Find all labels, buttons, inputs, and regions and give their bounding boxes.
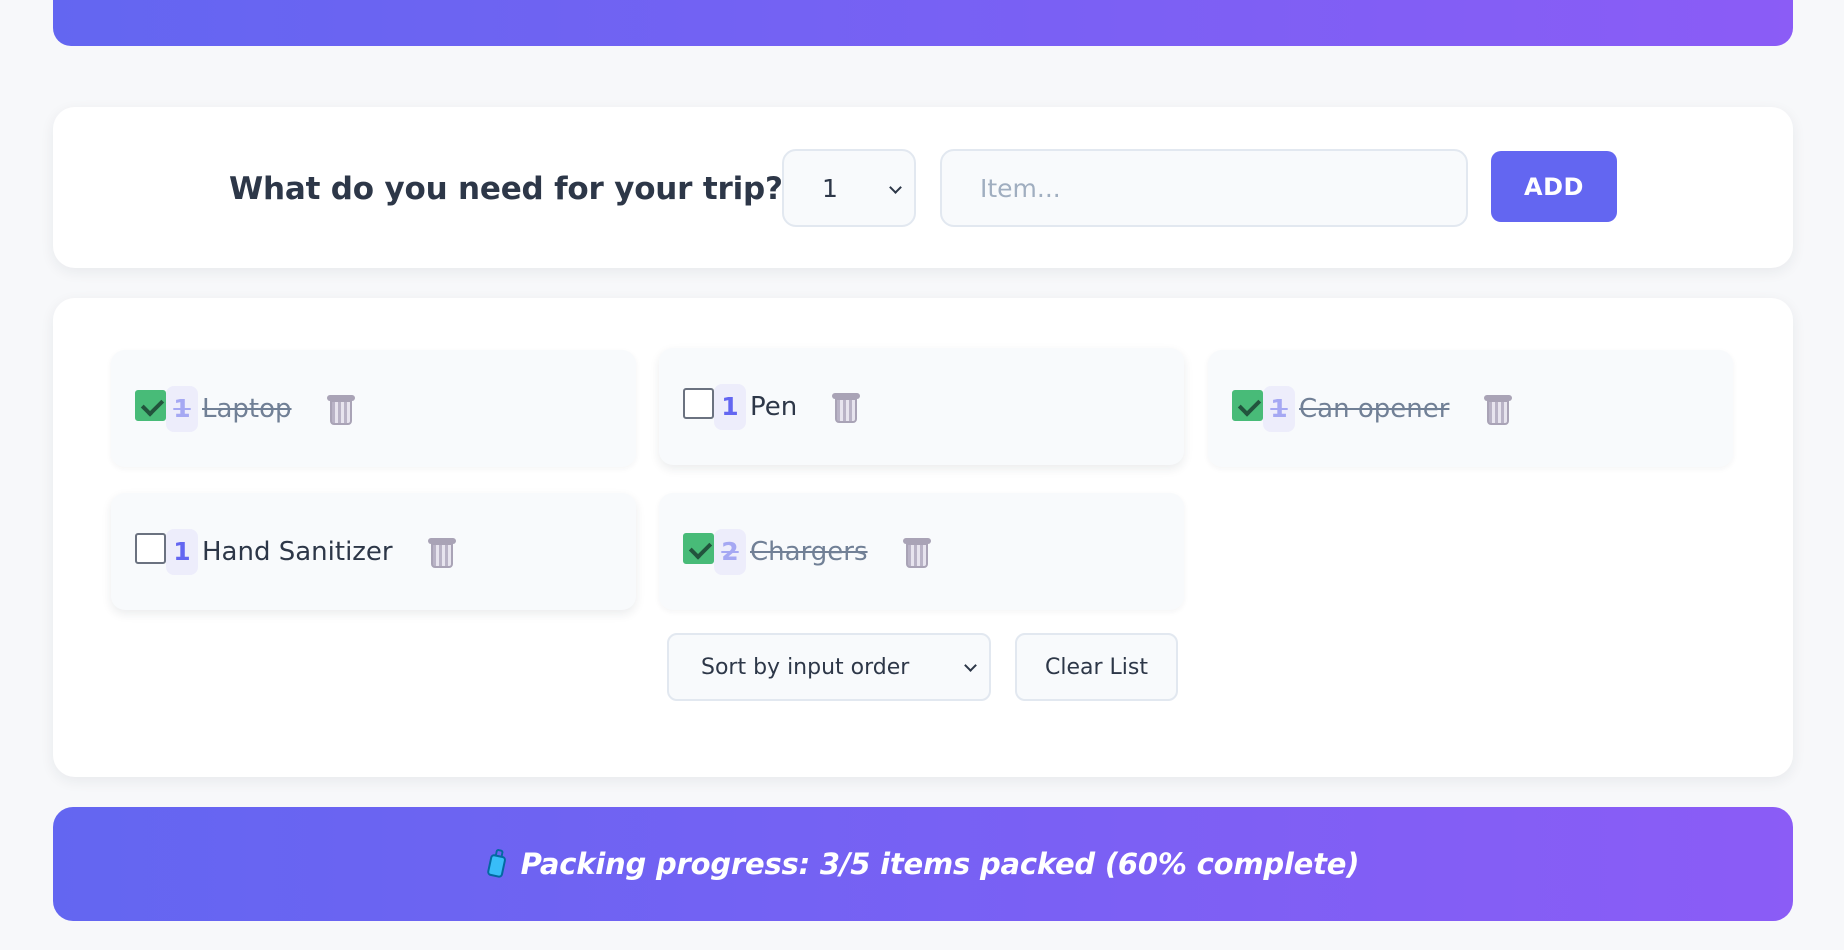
sort-select-value: Sort by input order [701,654,910,680]
packing-progress-footer: Packing progress: 3/5 items packed (60% … [53,807,1793,921]
trash-icon[interactable] [326,392,355,426]
packing-list: 1 Laptop 1 Pen 1 Can opener 1 Hand Sanit… [53,298,1793,777]
luggage-icon [484,847,510,881]
list-item: 1 Can opener [1208,350,1733,467]
add-button[interactable]: ADD [1491,151,1617,222]
item-name: Pen [750,391,798,422]
item-quantity-badge: 1 [166,385,198,432]
item-name: Chargers [750,536,868,567]
item-name: Can opener [1299,393,1450,424]
trash-icon[interactable] [1484,392,1513,426]
form-title-text: What do you need for your trip? [229,171,783,207]
add-item-form: What do you need for your trip? 1 ADD [53,107,1793,268]
trash-icon[interactable] [832,390,861,424]
form-title: What do you need for your trip? [229,169,823,209]
item-input[interactable] [940,149,1468,227]
packing-list-page: What do you need for your trip? 1 ADD 1 … [0,0,1844,950]
trash-icon[interactable] [902,535,931,569]
item-checkbox[interactable] [683,533,714,564]
chevron-down-icon [964,659,977,672]
item-quantity-badge: 1 [714,383,746,430]
item-checkbox[interactable] [135,390,166,421]
item-checkbox[interactable] [135,533,166,564]
item-quantity-badge: 2 [714,528,746,575]
clear-list-button[interactable]: Clear List [1015,633,1178,701]
item-checkbox[interactable] [1232,390,1263,421]
item-quantity-badge: 1 [1263,385,1295,432]
trash-icon[interactable] [427,535,456,569]
item-name: Laptop [202,393,292,424]
item-quantity-badge: 1 [166,528,198,575]
quantity-select-value: 1 [822,173,838,203]
quantity-select[interactable]: 1 [782,149,916,227]
list-item: 1 Pen [659,348,1184,465]
chevron-down-icon [889,181,902,194]
header-banner [53,0,1793,46]
packing-progress-text: Packing progress: 3/5 items packed (60% … [520,847,1360,881]
list-item: 1 Laptop [111,350,636,467]
item-name: Hand Sanitizer [202,536,393,567]
sort-select[interactable]: Sort by input order [667,633,991,701]
list-item: 2 Chargers [659,493,1184,610]
list-item: 1 Hand Sanitizer [111,493,636,610]
item-checkbox[interactable] [683,388,714,419]
